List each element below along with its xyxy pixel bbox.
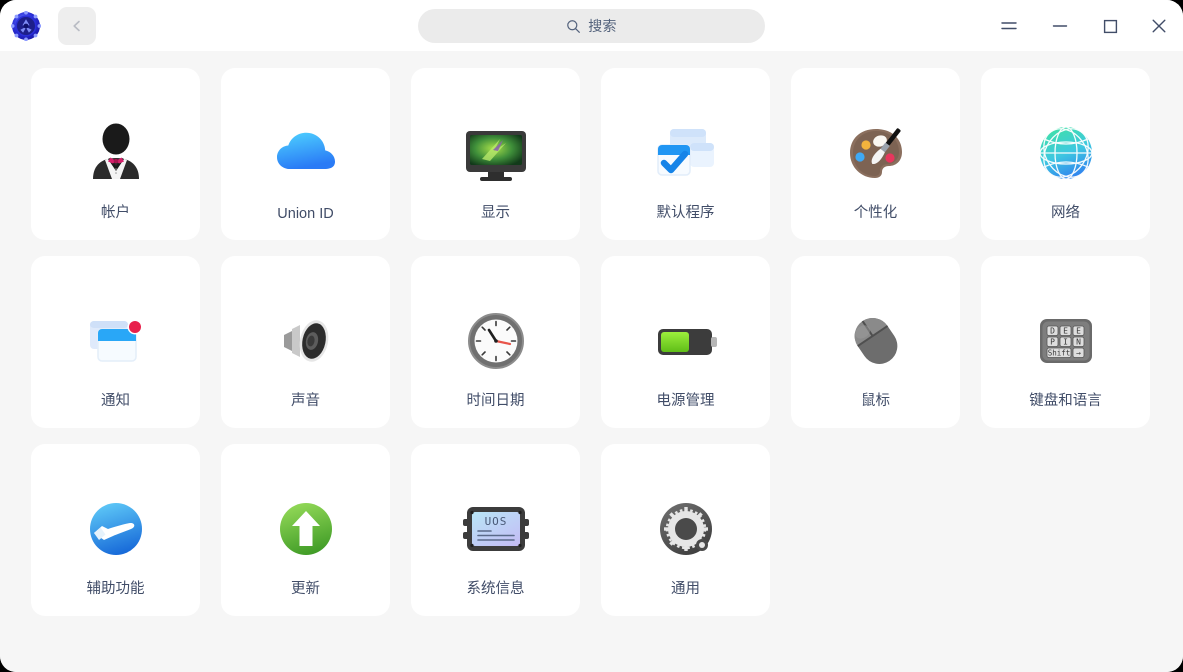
settings-card-accessibility[interactable]: 辅助功能	[31, 444, 200, 616]
settings-module-grid: 帐户 Union ID 显示 默认程序 个性化 网络 通知 声音 时间日期 电源…	[31, 68, 1152, 616]
settings-card-power[interactable]: 电源管理	[601, 256, 770, 428]
settings-card-accounts[interactable]: 帐户	[31, 68, 200, 240]
keyboard-icon: DEE PIN Shift →	[1023, 298, 1109, 384]
svg-text:N: N	[1076, 338, 1081, 347]
settings-card-system-info[interactable]: UOS 系统信息	[411, 444, 580, 616]
maximize-icon[interactable]	[1092, 8, 1128, 44]
search-placeholder-text: 搜索	[588, 18, 617, 34]
chevron-left-icon	[73, 20, 80, 32]
settings-card-label: 时间日期	[466, 393, 525, 409]
uos-chip-icon: UOS	[453, 486, 539, 572]
person-tuxedo-icon	[73, 110, 159, 196]
globe-icon	[1023, 110, 1109, 196]
settings-card-notifications[interactable]: 通知	[31, 256, 200, 428]
settings-card-label: 系统信息	[466, 581, 525, 597]
svg-text:D: D	[1050, 327, 1055, 336]
clock-icon	[453, 298, 539, 384]
settings-card-personalization[interactable]: 个性化	[791, 68, 960, 240]
notification-window-badge-icon	[73, 298, 159, 384]
svg-text:P: P	[1050, 338, 1055, 347]
settings-content-area: 帐户 Union ID 显示 默认程序 个性化 网络 通知 声音 时间日期 电源…	[0, 51, 1183, 672]
settings-card-keyboard[interactable]: DEE PIN Shift → 键盘和语言	[981, 256, 1150, 428]
settings-card-union-id[interactable]: Union ID	[221, 68, 390, 240]
svg-text:→: →	[1076, 349, 1081, 358]
gear-icon	[643, 486, 729, 572]
battery-icon	[643, 298, 729, 384]
settings-card-network[interactable]: 网络	[981, 68, 1150, 240]
hamburger-menu-icon[interactable]	[991, 8, 1027, 44]
settings-card-display[interactable]: 显示	[411, 68, 580, 240]
cloud-icon	[263, 110, 349, 196]
settings-card-label: 声音	[291, 393, 320, 409]
settings-card-label: 通用	[671, 581, 700, 597]
windows-check-icon	[643, 110, 729, 196]
settings-card-label: Union ID	[277, 206, 334, 222]
settings-card-label: 显示	[481, 205, 510, 221]
control-center-window: 搜索 帐户 Union ID 显示 默认程序 个性化 网络 通知 声音 时间日期…	[0, 0, 1183, 672]
settings-card-label: 帐户	[101, 205, 130, 221]
svg-text:I: I	[1063, 338, 1068, 347]
settings-card-update[interactable]: 更新	[221, 444, 390, 616]
settings-card-label: 网络	[1051, 205, 1080, 221]
minimize-icon[interactable]	[1042, 8, 1078, 44]
settings-card-label: 键盘和语言	[1029, 393, 1102, 409]
settings-card-label: 通知	[101, 393, 130, 409]
paint-palette-icon	[833, 110, 919, 196]
settings-card-sound[interactable]: 声音	[221, 256, 390, 428]
svg-text:E: E	[1076, 327, 1081, 336]
back-button[interactable]	[58, 7, 96, 45]
settings-card-datetime[interactable]: 时间日期	[411, 256, 580, 428]
svg-text:E: E	[1063, 327, 1068, 336]
settings-card-mouse[interactable]: 鼠标	[791, 256, 960, 428]
settings-gear-logo-icon	[10, 10, 42, 42]
titlebar: 搜索	[0, 0, 1183, 51]
helping-hand-icon	[73, 486, 159, 572]
settings-card-label: 辅助功能	[86, 581, 145, 597]
settings-card-label: 更新	[291, 581, 320, 597]
green-up-arrow-icon	[263, 486, 349, 572]
close-icon[interactable]	[1141, 8, 1177, 44]
settings-card-label: 个性化	[853, 205, 898, 221]
monitor-icon	[453, 110, 539, 196]
search-input[interactable]: 搜索	[418, 9, 765, 43]
search-icon	[566, 19, 581, 34]
speaker-icon	[263, 298, 349, 384]
mouse-icon	[833, 298, 919, 384]
settings-card-default-apps[interactable]: 默认程序	[601, 68, 770, 240]
svg-text:Shift: Shift	[1047, 349, 1070, 358]
settings-card-label: 默认程序	[656, 205, 715, 221]
svg-text:UOS: UOS	[484, 515, 507, 528]
settings-card-general[interactable]: 通用	[601, 444, 770, 616]
settings-card-label: 鼠标	[861, 393, 890, 409]
settings-card-label: 电源管理	[656, 393, 715, 409]
